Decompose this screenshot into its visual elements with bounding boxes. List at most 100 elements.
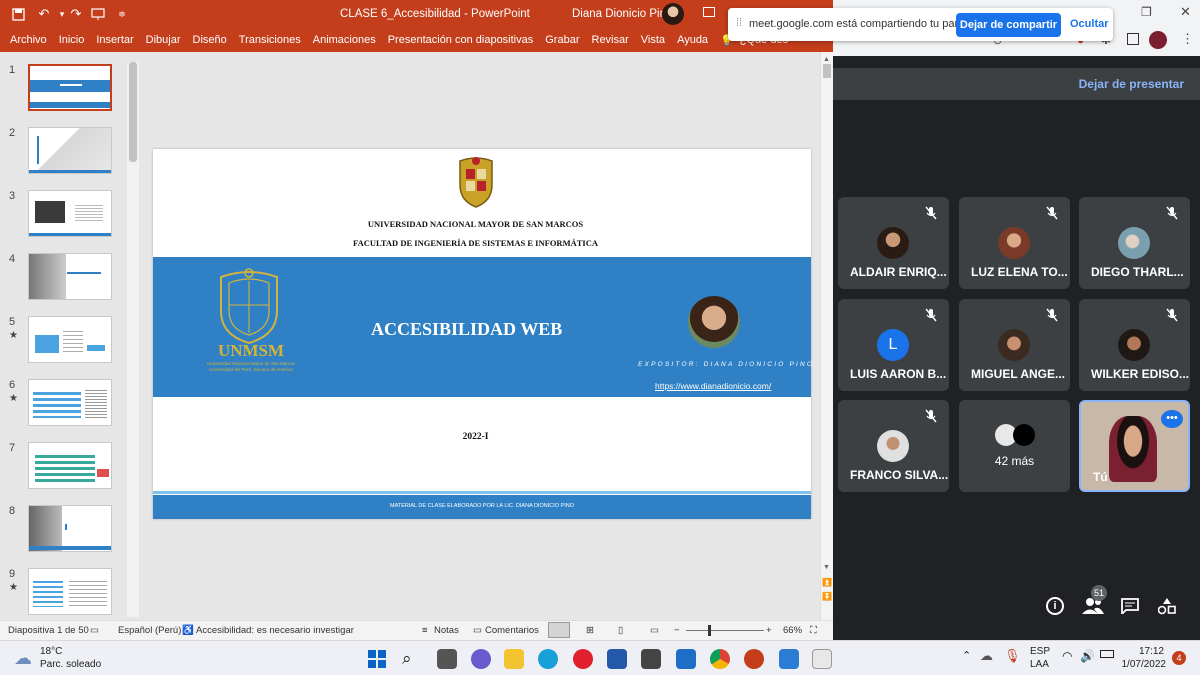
snipping-tool-icon[interactable] xyxy=(812,649,832,669)
slide-thumbnail-9[interactable] xyxy=(28,568,112,615)
stop-sharing-button[interactable]: Dejar de compartir xyxy=(956,13,1061,37)
speaker-website-link[interactable]: https://www.dianadionicio.com/ xyxy=(655,381,771,391)
weather-temperature[interactable]: 18°C xyxy=(40,646,62,657)
participant-tile[interactable]: FRANCO SILVA... xyxy=(838,400,949,492)
hide-banner-button[interactable]: Ocultar xyxy=(1070,18,1109,30)
tab-animaciones[interactable]: Animaciones xyxy=(313,34,376,46)
redo-icon[interactable]: ↷ xyxy=(66,5,86,23)
side-panel-icon[interactable] xyxy=(1127,33,1139,45)
store-icon[interactable] xyxy=(641,649,661,669)
onedrive-icon[interactable]: ☁ xyxy=(980,648,993,664)
zoom-out-button[interactable]: − xyxy=(674,625,680,636)
weather-icon[interactable]: ☁ xyxy=(14,648,32,669)
participant-tile[interactable]: DIEGO THARL... xyxy=(1079,197,1190,289)
customize-toolbar-icon[interactable]: ≑ xyxy=(112,5,132,23)
undo-icon[interactable]: ↶ xyxy=(34,5,54,23)
more-options-icon[interactable]: ••• xyxy=(1161,410,1183,428)
self-view-tile[interactable]: ••• Tú xyxy=(1079,400,1190,492)
slide-thumbnail-1[interactable] xyxy=(28,64,112,111)
reading-view-button[interactable]: ▯ xyxy=(618,625,623,636)
participant-tile[interactable]: MIGUEL ANGE... xyxy=(959,299,1070,391)
participant-tile[interactable]: LUZ ELENA TO... xyxy=(959,197,1070,289)
user-avatar[interactable] xyxy=(662,3,684,25)
zoom-level[interactable]: 66% xyxy=(783,625,802,636)
stop-presenting-button[interactable]: Dejar de presentar xyxy=(1079,77,1184,91)
tab-ayuda[interactable]: Ayuda xyxy=(677,34,708,46)
show-hidden-icons-icon[interactable]: ⌃ xyxy=(962,649,971,662)
browser-menu-icon[interactable]: ⋮ xyxy=(1181,31,1194,47)
slide-thumbnail-7[interactable] xyxy=(28,442,112,489)
tab-transiciones[interactable]: Transiciones xyxy=(239,34,301,46)
tab-inicio[interactable]: Inicio xyxy=(59,34,85,46)
tab-dibujar[interactable]: Dibujar xyxy=(146,34,181,46)
more-participants-tile[interactable]: 42 más xyxy=(959,400,1070,492)
slideshow-view-button[interactable]: ▭ xyxy=(650,625,659,636)
profile-avatar[interactable] xyxy=(1149,31,1167,49)
current-slide[interactable]: UNIVERSIDAD NACIONAL MAYOR DE SAN MARCOS… xyxy=(153,149,812,519)
comments-icon[interactable]: ▭ xyxy=(473,625,482,636)
input-language-code[interactable]: ESP xyxy=(1030,646,1050,657)
language-indicator[interactable]: Español (Perú) xyxy=(118,625,181,636)
comments-button[interactable]: Comentarios xyxy=(485,625,539,636)
chrome-icon[interactable] xyxy=(710,649,730,669)
fit-slide-icon[interactable]: ⛶ xyxy=(810,625,817,636)
meeting-details-icon[interactable]: i xyxy=(1046,597,1064,615)
microphone-icon[interactable]: 🎙 xyxy=(1004,648,1021,664)
powerpoint-icon[interactable] xyxy=(744,649,764,669)
teams-chat-icon[interactable] xyxy=(471,649,491,669)
normal-view-button[interactable] xyxy=(548,622,570,638)
edge-icon[interactable] xyxy=(538,649,558,669)
search-icon[interactable]: ⌕ xyxy=(402,649,422,669)
present-from-start-icon[interactable] xyxy=(88,5,108,23)
weather-description[interactable]: Parc. soleado xyxy=(40,659,101,670)
slide-sorter-button[interactable]: ⊞ xyxy=(586,625,594,636)
tab-revisar[interactable]: Revisar xyxy=(592,34,629,46)
accessibility-icon[interactable]: ♿ xyxy=(182,625,194,636)
chat-icon[interactable] xyxy=(1121,598,1139,614)
mail-icon[interactable] xyxy=(676,649,696,669)
zoom-in-button[interactable]: + xyxy=(766,625,772,636)
tab-presentacion[interactable]: Presentación con diapositivas xyxy=(388,34,534,46)
slide-thumbnail-4[interactable] xyxy=(28,253,112,300)
spellcheck-icon[interactable]: ▭ xyxy=(90,625,99,636)
volume-icon[interactable]: 🔊 xyxy=(1080,649,1095,663)
ribbon-display-icon[interactable] xyxy=(703,7,715,17)
activities-icon[interactable] xyxy=(1158,597,1176,615)
battery-icon[interactable] xyxy=(1100,650,1114,658)
wifi-icon[interactable]: ◠ xyxy=(1062,649,1072,663)
tab-insertar[interactable]: Insertar xyxy=(96,34,133,46)
video-app-icon[interactable] xyxy=(779,649,799,669)
tab-diseno[interactable]: Diseño xyxy=(193,34,227,46)
clock-time[interactable]: 17:12 xyxy=(1128,646,1164,657)
zoom-slider-handle[interactable] xyxy=(708,625,711,636)
slide-thumbnail-8[interactable] xyxy=(28,505,112,552)
slide-scrollbar[interactable]: ▲ ▼ ⏫ ⏬ xyxy=(820,52,833,620)
slide-thumbnail-5[interactable] xyxy=(28,316,112,363)
tab-archivo[interactable]: Archivo xyxy=(10,34,47,46)
thumbnails-scrollbar[interactable] xyxy=(127,62,139,617)
app-icon[interactable] xyxy=(607,649,627,669)
notification-count-badge[interactable]: 4 xyxy=(1172,651,1186,665)
notes-icon[interactable]: ≡ xyxy=(422,625,428,636)
zoom-slider-track[interactable] xyxy=(686,630,764,631)
slide-thumbnail-2[interactable] xyxy=(28,127,112,174)
file-explorer-icon[interactable] xyxy=(504,649,524,669)
slide-thumbnail-6[interactable] xyxy=(28,379,112,426)
participant-tile[interactable]: WILKER EDISO... xyxy=(1079,299,1190,391)
close-icon[interactable]: ✕ xyxy=(1180,4,1191,20)
notes-button[interactable]: Notas xyxy=(434,625,459,636)
task-view-icon[interactable] xyxy=(437,649,457,669)
input-language-layout[interactable]: LAA xyxy=(1030,659,1049,670)
start-icon[interactable] xyxy=(367,649,387,669)
accessibility-status[interactable]: Accesibilidad: es necesario investigar xyxy=(196,625,354,636)
restore-icon[interactable]: ❐ xyxy=(1141,5,1152,19)
save-icon[interactable] xyxy=(8,5,28,23)
tab-grabar[interactable]: Grabar xyxy=(545,34,579,46)
drag-handle-icon[interactable]: ⁞⁞ xyxy=(736,17,742,29)
tab-vista[interactable]: Vista xyxy=(641,34,665,46)
clock-date[interactable]: 1/07/2022 xyxy=(1116,659,1167,670)
slide-thumbnail-3[interactable] xyxy=(28,190,112,237)
participant-tile[interactable]: L LUIS AARON B... xyxy=(838,299,949,391)
opera-icon[interactable] xyxy=(573,649,593,669)
participant-tile[interactable]: ALDAIR ENRIQ... xyxy=(838,197,949,289)
